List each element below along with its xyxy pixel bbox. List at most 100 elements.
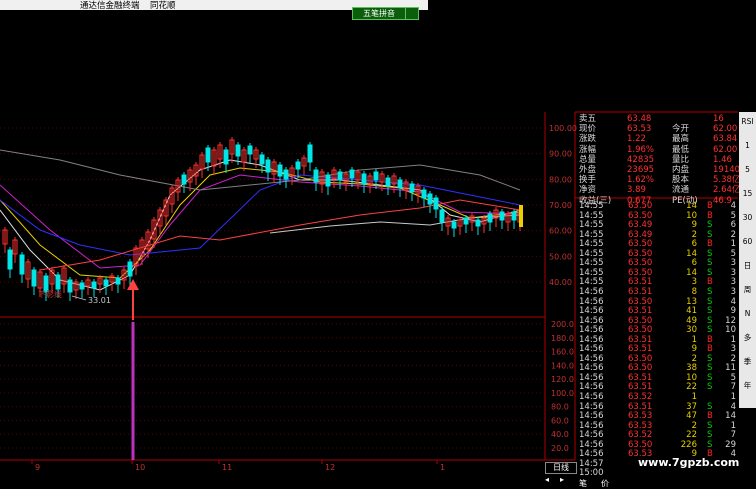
trade-time: 14:56 [579, 353, 604, 364]
volume-tick-label: 60.0 [551, 416, 569, 425]
trade-volume: 10 [686, 372, 697, 383]
candle-body [427, 193, 433, 205]
price-tick-label: 70.00 [549, 201, 572, 210]
quote-value: 1.62% [627, 175, 655, 186]
sidebar-period-button[interactable]: 周 [740, 284, 755, 296]
trade-volume: 47 [686, 411, 697, 422]
trade-count: 5 [730, 248, 736, 259]
candle-body [115, 277, 121, 285]
candle-body [475, 219, 481, 227]
quote-label: 涨幅 [579, 144, 597, 155]
trade-row: 14:56 63.51 8 S 3 [579, 287, 738, 297]
candle-body [55, 274, 61, 290]
trade-row: 14:56 63.51 41 S 9 [579, 306, 738, 316]
sidebar-period-button[interactable]: 日 [740, 260, 755, 272]
tab-daily[interactable]: 日线 [545, 462, 577, 474]
candle-body [409, 183, 415, 193]
candlesticks [2, 137, 523, 301]
trade-time: 14:56 [579, 382, 604, 393]
trade-side: S [707, 258, 713, 269]
sidebar-period-button[interactable]: 30 [740, 212, 755, 224]
quote-value: 19140 [713, 165, 741, 175]
trade-volume: 6 [691, 258, 697, 269]
quote-value: 62.00 [713, 144, 738, 155]
sidebar-period-button[interactable]: N [740, 308, 755, 320]
quote-row: 外盘 23695 内盘 19140 [579, 165, 741, 175]
scroll-left-button[interactable]: ◂ [545, 475, 556, 485]
trade-volume: 1 [691, 334, 697, 345]
trade-time: 14:56 [579, 449, 604, 460]
candle-body [91, 281, 97, 289]
scroll-right-button[interactable]: ▸ [560, 475, 571, 485]
watermark-text: www.7gpzb.com [638, 456, 740, 469]
trade-time: 14:56 [579, 411, 604, 422]
price-grid [0, 127, 545, 283]
trade-row: 14:55 63.49 9 S 6 [579, 220, 738, 230]
trade-volume: 22 [686, 382, 697, 393]
trade-price: 63.50 [628, 210, 653, 221]
trade-count: 5 [730, 210, 736, 221]
candle-body [451, 221, 457, 229]
sidebar-period-button[interactable]: 年 [740, 380, 755, 392]
volume-tick-label: 140.0 [551, 361, 574, 370]
quote-row: 涨幅 1.96% 最低 62.00 [579, 145, 738, 155]
trade-row: 14:55 63.50 6 S 3 [579, 258, 738, 268]
quote-label: 量比 [672, 154, 690, 165]
tab-price[interactable]: 价 [601, 478, 631, 488]
trade-price: 63.49 [628, 229, 653, 240]
candle-body [19, 254, 25, 275]
trade-price: 63.50 [628, 267, 653, 278]
trade-price: 63.51 [628, 401, 653, 412]
trade-price: 63.50 [628, 248, 653, 259]
trade-time: 14:56 [579, 372, 604, 383]
trade-price: 63.50 [628, 439, 653, 450]
trade-count: 11 [725, 363, 736, 374]
quote-value: 1.96% [627, 144, 655, 155]
trade-time: 14:56 [579, 315, 604, 326]
trade-count: 2 [730, 229, 736, 240]
trade-row: 14:56 63.51 37 S 4 [579, 402, 738, 412]
candle-body [103, 279, 109, 287]
candle-body [283, 169, 289, 180]
candle-body [499, 211, 505, 221]
trade-time: 14:56 [579, 363, 604, 374]
sidebar-period-button[interactable]: 60 [740, 236, 755, 248]
candle-body [277, 164, 283, 177]
trade-side: B [707, 334, 713, 345]
trade-count: 12 [725, 315, 736, 326]
sidebar-period-button[interactable]: 15 [740, 188, 755, 200]
trade-row: 14:55 63.50 6 B 1 [579, 239, 738, 249]
time-tick-label: 9 [35, 463, 40, 472]
trade-row: 14:56 63.50 2 S 2 [579, 354, 738, 364]
trade-side: B [707, 239, 713, 250]
sidebar-period-button[interactable]: 多 [740, 332, 755, 344]
candle-body [325, 174, 331, 187]
trade-side: S [707, 306, 713, 317]
trade-time: 14:56 [579, 306, 604, 317]
trade-row: 14:55 63.50 14 B 4 [579, 201, 738, 211]
candle-body [67, 279, 73, 293]
candle-body [31, 269, 37, 287]
sidebar-period-button[interactable]: RSI [740, 116, 755, 128]
trade-side: S [707, 220, 713, 231]
candle-body [511, 211, 517, 221]
trade-count: 1 [730, 334, 736, 345]
quote-label: 换手 [579, 175, 597, 186]
trade-side: S [707, 420, 713, 431]
quote-row: 现价 63.53 今开 62.00 [579, 124, 738, 134]
trade-side: S [707, 353, 713, 364]
trade-count: 3 [730, 286, 736, 297]
sidebar-period-button[interactable]: 1 [740, 140, 755, 152]
trade-count: 10 [725, 325, 736, 336]
trade-price: 63.50 [628, 363, 653, 374]
trade-volume: 1 [691, 392, 697, 402]
trade-time: 14:56 [579, 392, 604, 402]
candle-body [307, 144, 313, 163]
time-tick-label: 11 [222, 463, 232, 472]
trade-volume: 9 [691, 220, 697, 231]
sidebar-period-button[interactable]: 季 [740, 356, 755, 368]
sidebar-period-button[interactable]: 5 [740, 164, 755, 176]
trade-volume: 10 [686, 210, 697, 221]
volume-tick-label: 100.0 [551, 389, 574, 398]
trade-price: 63.52 [628, 392, 653, 402]
